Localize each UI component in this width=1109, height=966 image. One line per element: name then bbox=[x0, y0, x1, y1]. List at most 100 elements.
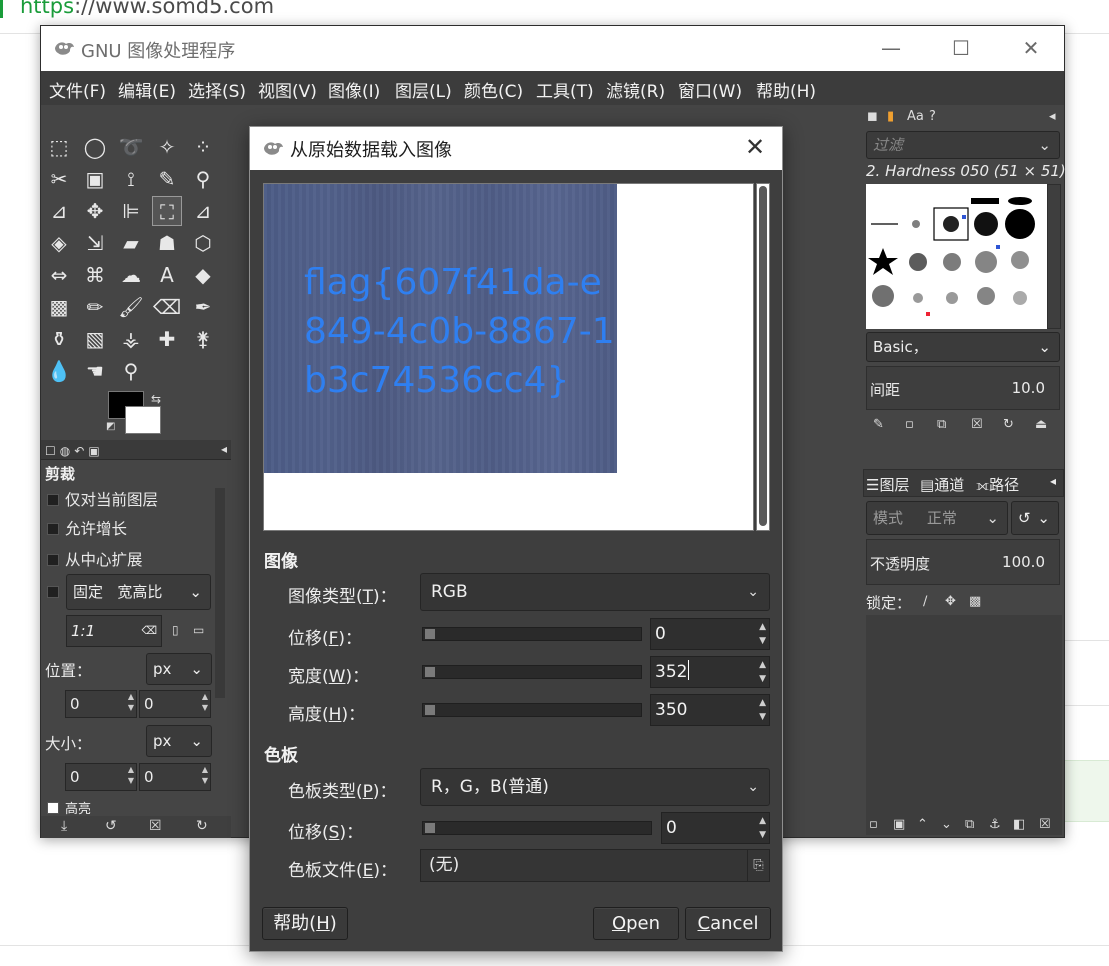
expand-from-center-checkbox[interactable]: 从中心扩展 bbox=[47, 548, 143, 570]
menu-select[interactable]: 选择(S) bbox=[188, 77, 246, 102]
layer-mode-select[interactable]: 模式 正常 ⌄ bbox=[866, 501, 1008, 535]
tool-options-scrollbar[interactable] bbox=[215, 488, 225, 698]
size-unit-select[interactable]: px ⌄ bbox=[146, 725, 212, 757]
brush-preset-select[interactable]: Basic， ⌄ bbox=[866, 332, 1060, 362]
width-slider[interactable] bbox=[422, 665, 642, 679]
cancel-button[interactable]: Cancel bbox=[685, 907, 771, 940]
smudge-icon[interactable]: ☚ bbox=[80, 356, 110, 386]
background-color[interactable] bbox=[125, 406, 161, 434]
offset-slider[interactable] bbox=[422, 627, 642, 641]
fixed-mode-select[interactable]: 固定 宽高比 ⌄ bbox=[66, 574, 211, 610]
help-button[interactable]: 帮助(H) bbox=[262, 907, 348, 940]
crop-icon[interactable]: ⛶ bbox=[152, 196, 182, 226]
ink-icon[interactable]: ⚱ bbox=[44, 324, 74, 354]
menu-layer[interactable]: 图层(L) bbox=[395, 77, 452, 102]
eraser-icon[interactable]: ⌫ bbox=[152, 292, 182, 322]
measure-icon[interactable]: ⊿ bbox=[44, 196, 74, 226]
align-icon[interactable]: ⊫ bbox=[116, 196, 146, 226]
dialog-close-button[interactable]: ✕ bbox=[740, 132, 770, 162]
landscape-icon[interactable]: ▭ bbox=[193, 623, 204, 637]
menu-image[interactable]: 图像(I) bbox=[328, 77, 380, 102]
restore-options-icon[interactable]: ↺ bbox=[105, 818, 117, 834]
images-tab-icon[interactable]: ▣ bbox=[88, 444, 99, 458]
open-file-icon[interactable]: ⎘ bbox=[747, 850, 769, 881]
swap-colors-icon[interactable]: ⇆ bbox=[151, 392, 161, 406]
menu-help[interactable]: 帮助(H) bbox=[756, 77, 816, 102]
tab-menu-icon[interactable]: ◂ bbox=[1050, 474, 1056, 488]
clear-icon[interactable]: ⌫ bbox=[141, 616, 157, 646]
menu-filters[interactable]: 滤镜(R) bbox=[606, 77, 665, 102]
help-tab-icon[interactable]: ? bbox=[929, 109, 936, 124]
spin-arrows-icon[interactable]: ▲ ▼ bbox=[128, 764, 134, 786]
lock-alpha-icon[interactable]: ▩ bbox=[969, 594, 981, 609]
reset-options-icon[interactable]: ↻ bbox=[196, 818, 208, 834]
menu-file[interactable]: 文件(F) bbox=[49, 77, 106, 102]
cage-icon[interactable]: ☗ bbox=[152, 228, 182, 258]
rect-select-icon[interactable]: ⬚ bbox=[44, 132, 74, 162]
spin-arrows-icon[interactable]: ▲ ▼ bbox=[759, 620, 766, 648]
width-input[interactable]: 352 ▲ ▼ bbox=[650, 656, 770, 688]
edit-brush-icon[interactable]: ✎ bbox=[873, 417, 884, 432]
spin-arrows-icon[interactable]: ▲ ▼ bbox=[128, 691, 134, 713]
tab-paths[interactable]: ⟗路径 bbox=[976, 474, 1019, 495]
paintbrush-icon[interactable]: 🖌 bbox=[116, 292, 146, 322]
spin-arrows-icon[interactable]: ▲ ▼ bbox=[759, 658, 766, 686]
browser-url[interactable]: https://www.somd5.com bbox=[20, 0, 274, 18]
menu-tools[interactable]: 工具(T) bbox=[536, 77, 594, 102]
new-brush-icon[interactable]: ▫ bbox=[905, 417, 914, 432]
zoom-icon[interactable]: ⚲ bbox=[188, 164, 218, 194]
delete-layer-icon[interactable]: ☒ bbox=[1039, 817, 1051, 832]
move-icon[interactable]: ✥ bbox=[80, 196, 110, 226]
brushes-tab-icon[interactable]: ◼ bbox=[867, 109, 878, 124]
menu-view[interactable]: 视图(V) bbox=[258, 77, 317, 102]
preview-scrollbar[interactable] bbox=[756, 183, 770, 531]
save-options-icon[interactable]: ⤓ bbox=[61, 818, 67, 834]
dodge-burn-icon[interactable]: ⚲ bbox=[116, 356, 146, 386]
opacity-slider[interactable]: 不透明度 100.0 bbox=[866, 539, 1060, 585]
fixed-checkbox[interactable] bbox=[47, 583, 65, 601]
warp-icon[interactable]: ⌘ bbox=[80, 260, 110, 290]
text-icon[interactable]: A bbox=[152, 260, 182, 290]
scissors-icon[interactable]: ✂ bbox=[44, 164, 74, 194]
image-type-select[interactable]: RGB ⌄ bbox=[420, 573, 770, 611]
device-status-tab-icon[interactable]: ◍ bbox=[60, 444, 70, 458]
minimize-button[interactable]: — bbox=[871, 34, 911, 62]
brush-scrollbar[interactable] bbox=[1047, 184, 1061, 329]
spin-arrows-icon[interactable]: ▲ ▼ bbox=[202, 764, 208, 786]
portrait-icon[interactable]: ▯ bbox=[172, 623, 179, 637]
tab-layers[interactable]: ☰图层 bbox=[866, 474, 909, 495]
palette-file-chooser[interactable]: (无) ⎘ bbox=[420, 849, 770, 882]
close-button[interactable]: ✕ bbox=[1011, 34, 1051, 62]
foreground-select-icon[interactable]: ▣ bbox=[80, 164, 110, 194]
tab-menu-icon[interactable]: ◂ bbox=[1049, 109, 1056, 124]
tool-options-tab-icon[interactable]: ☐ bbox=[45, 444, 56, 458]
palette-offset-slider[interactable] bbox=[422, 821, 652, 835]
color-picker-icon[interactable]: ✎ bbox=[152, 164, 182, 194]
clone-icon[interactable]: ⚶ bbox=[116, 324, 146, 354]
position-y-input[interactable]: 0 ▲ ▼ bbox=[139, 690, 211, 718]
maximize-button[interactable]: ☐ bbox=[941, 34, 981, 62]
new-layer-icon[interactable]: ▫ bbox=[869, 817, 878, 832]
spacing-slider[interactable]: 间距 10.0 bbox=[866, 366, 1060, 410]
raise-layer-icon[interactable]: ⌃ bbox=[917, 817, 928, 832]
lock-position-icon[interactable]: ✥ bbox=[945, 594, 956, 609]
duplicate-layer-icon[interactable]: ⧉ bbox=[965, 817, 974, 832]
bucket-icon[interactable]: ☁ bbox=[116, 260, 146, 290]
tab-channels[interactable]: ▤通道 bbox=[920, 474, 964, 495]
flip-icon[interactable]: ⇔ bbox=[44, 260, 74, 290]
fuzzy-select-icon[interactable]: ✧ bbox=[152, 132, 182, 162]
tab-menu-icon[interactable]: ◂ bbox=[221, 442, 227, 456]
height-slider[interactable] bbox=[422, 703, 642, 717]
palette-type-select[interactable]: R，G，B(普通) ⌄ bbox=[420, 768, 770, 806]
unified-transform-icon[interactable]: ⊿ bbox=[188, 196, 218, 226]
rotate-icon[interactable]: ◈ bbox=[44, 228, 74, 258]
ellipse-select-icon[interactable]: ◯ bbox=[80, 132, 110, 162]
size-y-input[interactable]: 0 ▲ ▼ bbox=[139, 763, 211, 791]
new-group-icon[interactable]: ▣ bbox=[893, 817, 905, 832]
lasso-icon[interactable]: ➰ bbox=[116, 132, 146, 162]
open-brush-icon[interactable]: ⏏ bbox=[1035, 417, 1047, 432]
position-x-input[interactable]: 0 ▲ ▼ bbox=[65, 690, 137, 718]
menu-edit[interactable]: 编辑(E) bbox=[118, 77, 176, 102]
paths-icon[interactable]: ⟟ bbox=[116, 164, 146, 194]
menu-color[interactable]: 颜色(C) bbox=[464, 77, 523, 102]
